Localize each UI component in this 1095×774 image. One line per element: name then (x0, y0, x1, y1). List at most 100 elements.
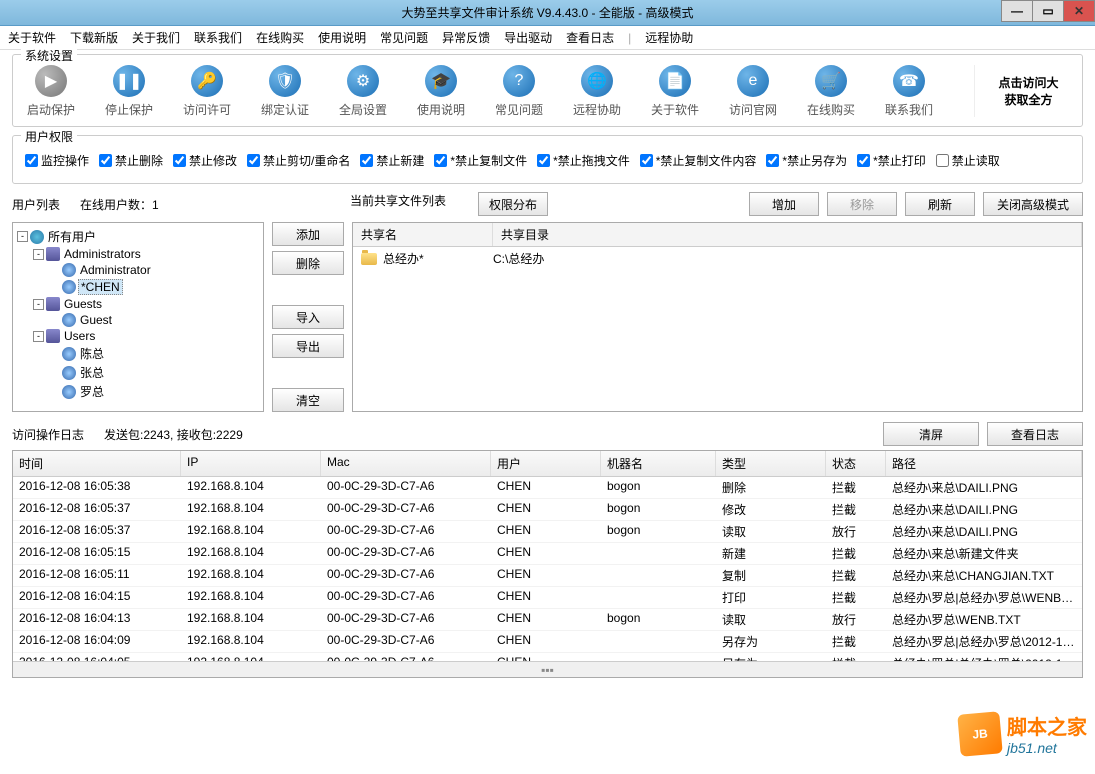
toolbar-常见问题[interactable]: ?常见问题 (489, 65, 549, 118)
log-col-header[interactable]: 路径 (886, 451, 1082, 476)
toolbar-启动保护[interactable]: ▶启动保护 (21, 65, 81, 118)
log-row[interactable]: 2016-12-08 16:04:15192.168.8.10400-0C-29… (13, 587, 1082, 609)
perm-checkbox[interactable] (857, 154, 870, 167)
collapse-icon[interactable]: - (17, 231, 28, 242)
perm-checkbox[interactable] (173, 154, 186, 167)
share-name-header[interactable]: 共享名 (353, 223, 493, 246)
log-row[interactable]: 2016-12-08 16:05:11192.168.8.10400-0C-29… (13, 565, 1082, 587)
log-col-header[interactable]: 用户 (491, 451, 601, 476)
perm-*禁止复制文件[interactable]: *禁止复制文件 (434, 152, 527, 169)
perm-dist-button[interactable]: 权限分布 (478, 192, 548, 216)
tree-add-button[interactable]: 添加 (272, 222, 344, 246)
tree-node[interactable]: Guest (17, 312, 259, 328)
tree-export-button[interactable]: 导出 (272, 334, 344, 358)
share-row[interactable]: 总经办* C:\总经办 (353, 247, 1082, 270)
collapse-icon[interactable]: - (33, 299, 44, 310)
remove-button[interactable]: 移除 (827, 192, 897, 216)
user-icon (62, 347, 76, 361)
log-row[interactable]: 2016-12-08 16:05:15192.168.8.10400-0C-29… (13, 543, 1082, 565)
perm-*禁止另存为[interactable]: *禁止另存为 (766, 152, 847, 169)
tree-del-button[interactable]: 删除 (272, 251, 344, 275)
log-row[interactable]: 2016-12-08 16:04:05192.168.8.10400-0C-29… (13, 653, 1082, 661)
log-col-header[interactable]: 类型 (716, 451, 826, 476)
tree-node[interactable]: *CHEN (17, 278, 259, 296)
collapse-icon[interactable]: - (33, 249, 44, 260)
collapse-icon[interactable]: - (33, 331, 44, 342)
log-col-header[interactable]: 状态 (826, 451, 886, 476)
perm-*禁止打印[interactable]: *禁止打印 (857, 152, 926, 169)
perm-checkbox[interactable] (99, 154, 112, 167)
log-col-header[interactable]: IP (181, 451, 321, 476)
tree-node[interactable]: Administrator (17, 262, 259, 278)
user-tree[interactable]: -所有用户-AdministratorsAdministrator*CHEN-G… (12, 222, 264, 412)
toolbar-全局设置[interactable]: ⚙全局设置 (333, 65, 393, 118)
toolbar-访问许可[interactable]: 🔑访问许可 (177, 65, 237, 118)
tree-node[interactable]: -Users (17, 328, 259, 344)
toolbar-远程协助[interactable]: 🌐远程协助 (567, 65, 627, 118)
perm-*禁止拖拽文件[interactable]: *禁止拖拽文件 (537, 152, 630, 169)
ad-panel[interactable]: 点击访问大获取全方 (974, 65, 1074, 117)
tree-node[interactable]: 罗总 (17, 382, 259, 401)
menu-item[interactable]: 联系我们 (194, 29, 242, 46)
perm-禁止剪切/重命名[interactable]: 禁止剪切/重命名 (247, 152, 350, 169)
add-button[interactable]: 增加 (749, 192, 819, 216)
perm-checkbox[interactable] (25, 154, 38, 167)
menu-item[interactable]: 查看日志 (566, 29, 614, 46)
view-log-button[interactable]: 查看日志 (987, 422, 1083, 446)
toolbar-访问官网[interactable]: e访问官网 (723, 65, 783, 118)
close-adv-button[interactable]: 关闭高级模式 (983, 192, 1083, 216)
minimize-button[interactable]: — (1001, 0, 1033, 22)
toolbar-关于软件[interactable]: 📄关于软件 (645, 65, 705, 118)
tree-node[interactable]: -Administrators (17, 246, 259, 262)
user-icon (62, 280, 76, 294)
menu-item[interactable]: 常见问题 (380, 29, 428, 46)
perm-checkbox[interactable] (537, 154, 550, 167)
tree-clear-button[interactable]: 清空 (272, 388, 344, 412)
horizontal-scrollbar[interactable]: ▪▪▪ (13, 661, 1082, 677)
refresh-button[interactable]: 刷新 (905, 192, 975, 216)
menu-item[interactable]: 关于我们 (132, 29, 180, 46)
share-dir-header[interactable]: 共享目录 (493, 223, 1082, 246)
menu-item[interactable]: 使用说明 (318, 29, 366, 46)
tree-node[interactable]: 张总 (17, 363, 259, 382)
tree-import-button[interactable]: 导入 (272, 305, 344, 329)
tree-node[interactable]: -所有用户 (17, 227, 259, 246)
perm-禁止新建[interactable]: 禁止新建 (360, 152, 424, 169)
tree-node[interactable]: 陈总 (17, 344, 259, 363)
log-row[interactable]: 2016-12-08 16:05:37192.168.8.10400-0C-29… (13, 521, 1082, 543)
menu-item[interactable]: 导出驱动 (504, 29, 552, 46)
perm-监控操作[interactable]: 监控操作 (25, 152, 89, 169)
perm-禁止修改[interactable]: 禁止修改 (173, 152, 237, 169)
clear-screen-button[interactable]: 清屏 (883, 422, 979, 446)
tree-node[interactable]: -Guests (17, 296, 259, 312)
perm-checkbox[interactable] (936, 154, 949, 167)
menu-item[interactable]: 关于软件 (8, 29, 56, 46)
menu-item[interactable]: 异常反馈 (442, 29, 490, 46)
perm-checkbox[interactable] (360, 154, 373, 167)
perm-禁止读取[interactable]: 禁止读取 (936, 152, 1000, 169)
perm-checkbox[interactable] (434, 154, 447, 167)
toolbar-使用说明[interactable]: 🎓使用说明 (411, 65, 471, 118)
maximize-button[interactable]: ▭ (1032, 0, 1064, 22)
perm-checkbox[interactable] (766, 154, 779, 167)
log-col-header[interactable]: Mac (321, 451, 491, 476)
log-row[interactable]: 2016-12-08 16:04:09192.168.8.10400-0C-29… (13, 631, 1082, 653)
menu-remote[interactable]: 远程协助 (645, 29, 693, 46)
menu-item[interactable]: 下载新版 (70, 29, 118, 46)
perm-禁止删除[interactable]: 禁止删除 (99, 152, 163, 169)
perm-checkbox[interactable] (640, 154, 653, 167)
toolbar-联系我们[interactable]: ☎联系我们 (879, 65, 939, 118)
log-body[interactable]: 2016-12-08 16:05:38192.168.8.10400-0C-29… (13, 477, 1082, 661)
log-col-header[interactable]: 时间 (13, 451, 181, 476)
log-row[interactable]: 2016-12-08 16:05:38192.168.8.10400-0C-29… (13, 477, 1082, 499)
log-row[interactable]: 2016-12-08 16:05:37192.168.8.10400-0C-29… (13, 499, 1082, 521)
log-row[interactable]: 2016-12-08 16:04:13192.168.8.10400-0C-29… (13, 609, 1082, 631)
log-col-header[interactable]: 机器名 (601, 451, 716, 476)
toolbar-停止保护[interactable]: ❚❚停止保护 (99, 65, 159, 118)
toolbar-在线购买[interactable]: 🛒在线购买 (801, 65, 861, 118)
perm-*禁止复制文件内容[interactable]: *禁止复制文件内容 (640, 152, 757, 169)
toolbar-绑定认证[interactable]: 🛡绑定认证 (255, 65, 315, 118)
close-button[interactable]: ✕ (1063, 0, 1095, 22)
menu-item[interactable]: 在线购买 (256, 29, 304, 46)
perm-checkbox[interactable] (247, 154, 260, 167)
